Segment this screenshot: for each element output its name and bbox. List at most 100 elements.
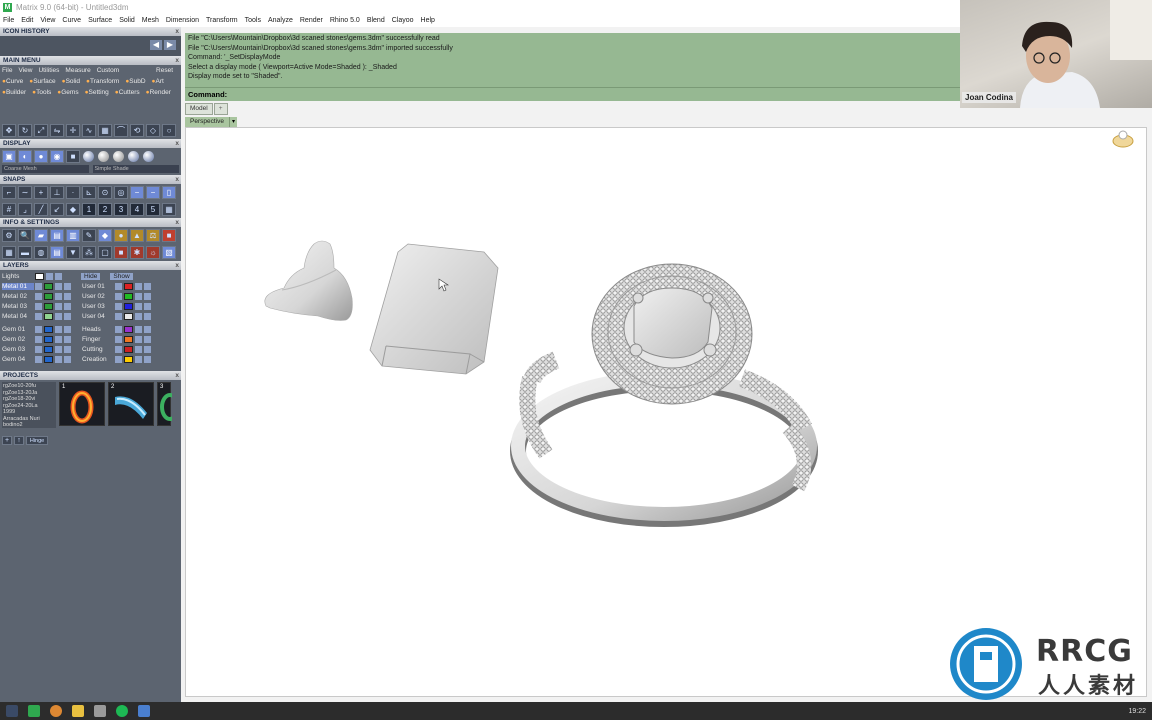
snap-near-icon[interactable]: ∼: [18, 186, 32, 199]
layer-row[interactable]: Metal 01: [2, 281, 72, 291]
layer-row[interactable]: Metal 03: [2, 301, 72, 311]
layer-toggle[interactable]: [64, 302, 71, 310]
layer-toggle[interactable]: [135, 292, 142, 300]
snap-cen-icon[interactable]: ·: [66, 186, 80, 199]
snap-value-icon[interactable]: 3: [114, 203, 128, 216]
layer-toggle[interactable]: [115, 355, 122, 363]
layer-toggle[interactable]: [115, 312, 122, 320]
stack-icon[interactable]: ▤: [50, 246, 64, 259]
hide-button[interactable]: Hide: [81, 272, 101, 280]
layer-manager-icon[interactable]: ▤: [50, 229, 64, 242]
snap-knot-icon[interactable]: −: [146, 186, 160, 199]
menu-tools[interactable]: Tools: [245, 17, 261, 24]
settings-gear-icon[interactable]: ⚙: [2, 229, 16, 242]
close-icon[interactable]: x: [175, 261, 181, 270]
ortho-icon[interactable]: ⌟: [18, 203, 32, 216]
layer-color-swatch[interactable]: [124, 312, 133, 320]
menu-curve[interactable]: Curve: [62, 17, 81, 24]
layer-toggle[interactable]: [55, 345, 62, 353]
layer-row[interactable]: Heads: [82, 324, 152, 334]
layer-toggle[interactable]: [144, 312, 151, 320]
layer-color-swatch[interactable]: [44, 345, 53, 353]
rhino-icon[interactable]: [94, 705, 106, 717]
layer-row[interactable]: User 01: [82, 281, 152, 291]
layer-toggle[interactable]: [144, 292, 151, 300]
layer-color-swatch[interactable]: [44, 335, 53, 343]
hinge-button[interactable]: Hinge: [26, 436, 48, 445]
close-icon[interactable]: x: [175, 139, 181, 148]
snap-perp-icon[interactable]: ⊙: [98, 186, 112, 199]
menu-transform[interactable]: Transform: [206, 17, 238, 24]
layer-toggle[interactable]: [144, 282, 151, 290]
snap-point-icon[interactable]: +: [34, 186, 48, 199]
main-menu-solid[interactable]: ●Solid: [62, 77, 80, 86]
car-icon[interactable]: ▰: [34, 229, 48, 242]
app-icon[interactable]: [138, 705, 150, 717]
frame-icon[interactable]: ▢: [98, 246, 112, 259]
layer-toggle[interactable]: [135, 335, 142, 343]
layer-toggle[interactable]: [55, 282, 62, 290]
project-icon[interactable]: ↙: [50, 203, 64, 216]
layer-lights[interactable]: Lights: [2, 273, 34, 280]
smarttrack-icon[interactable]: ◆: [66, 203, 80, 216]
arrow-right-icon[interactable]: ▶: [164, 40, 176, 50]
layer-color-swatch[interactable]: [35, 272, 44, 280]
layer-row[interactable]: User 02: [82, 291, 152, 301]
scale-tool-icon[interactable]: ⤢: [34, 124, 48, 137]
layer-toggle[interactable]: [64, 312, 71, 320]
layer-color-swatch[interactable]: [124, 302, 133, 310]
scanned-gem-bell[interactable]: [264, 240, 353, 321]
main-menu-surface[interactable]: ●Surface: [29, 77, 55, 86]
layer-color-swatch[interactable]: [44, 282, 53, 290]
mirror-tool-icon[interactable]: ⇋: [50, 124, 64, 137]
layer-row[interactable]: Metal 02: [2, 291, 72, 301]
globe-icon[interactable]: ◍: [34, 246, 48, 259]
layer-toggle[interactable]: [115, 282, 122, 290]
project-thumbnail[interactable]: 3: [157, 382, 180, 426]
shaded-icon[interactable]: ●: [34, 150, 48, 163]
layer-toggle[interactable]: [64, 355, 71, 363]
layer-toggle[interactable]: [35, 345, 42, 353]
wireframe-icon[interactable]: ▣: [2, 150, 16, 163]
main-menu-render[interactable]: ●Render: [146, 88, 171, 97]
material-sphere-icon[interactable]: [113, 151, 124, 162]
render-material-icon[interactable]: [1112, 130, 1134, 148]
array-tool-icon[interactable]: ▦: [98, 124, 112, 137]
main-menu-setting[interactable]: ●Setting: [85, 88, 109, 97]
main-menu-cutters[interactable]: ●Cutters: [115, 88, 140, 97]
filter-icon[interactable]: ▼: [66, 246, 80, 259]
layer-toggle[interactable]: [35, 355, 42, 363]
main-menu-subd[interactable]: ●SubD: [125, 77, 145, 86]
snap-tan-icon[interactable]: ◎: [114, 186, 128, 199]
layer-row[interactable]: Gem 04: [2, 354, 72, 364]
layer-row[interactable]: Gem 03: [2, 344, 72, 354]
layer-color-swatch[interactable]: [124, 335, 133, 343]
snap-quad-icon[interactable]: −: [130, 186, 144, 199]
color-icon[interactable]: ■: [66, 150, 80, 163]
stats-icon[interactable]: ▲: [130, 229, 144, 242]
layer-toggle[interactable]: [135, 312, 142, 320]
snap-vertex-icon[interactable]: ▯: [162, 186, 176, 199]
texture-icon[interactable]: ✱: [130, 246, 144, 259]
layer-toggle[interactable]: [144, 302, 151, 310]
layer-toggle[interactable]: [35, 282, 42, 290]
main-menu-reset[interactable]: Reset: [156, 66, 179, 75]
snap-int-icon[interactable]: ⊾: [82, 186, 96, 199]
layer-color-swatch[interactable]: [124, 325, 133, 333]
sky-icon[interactable]: ▧: [162, 246, 176, 259]
palette-icon[interactable]: ■: [114, 246, 128, 259]
menu-mesh[interactable]: Mesh: [142, 17, 159, 24]
layer-toggle[interactable]: [135, 282, 142, 290]
ghosted-icon[interactable]: ◐: [18, 150, 32, 163]
close-icon[interactable]: x: [175, 371, 181, 380]
snap-grid-icon[interactable]: ▦: [162, 203, 176, 216]
chevron-down-icon[interactable]: ▾: [228, 117, 237, 127]
main-menu-custom[interactable]: Custom: [97, 66, 119, 75]
layer-row[interactable]: Creation: [82, 354, 152, 364]
layer-toggle[interactable]: [55, 335, 62, 343]
menu-solid[interactable]: Solid: [119, 17, 135, 24]
close-icon[interactable]: x: [175, 27, 181, 36]
planar-icon[interactable]: ╱: [34, 203, 48, 216]
menu-view[interactable]: View: [40, 17, 55, 24]
layer-toggle[interactable]: [55, 272, 62, 280]
